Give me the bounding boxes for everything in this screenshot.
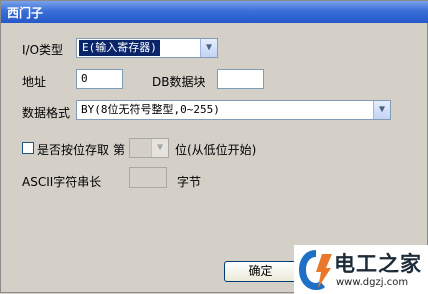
bit-access-label: 是否按位存取 xyxy=(37,143,110,157)
ascii-length-input[interactable] xyxy=(129,167,167,188)
data-format-select[interactable]: BY(8位无符号整型,0~255) ▼ xyxy=(76,100,391,120)
ok-button[interactable]: 确定 xyxy=(224,261,297,282)
db-block-label: DB数据块 xyxy=(152,75,206,89)
data-format-label: 数据格式 xyxy=(22,106,71,120)
bit-number-select[interactable]: ▼ xyxy=(129,138,169,158)
watermark-url: www.dgzj.com xyxy=(336,277,409,288)
address-input[interactable]: 0 xyxy=(76,69,123,89)
bit-prefix-label: 第 xyxy=(113,143,126,157)
chevron-down-icon[interactable]: ▼ xyxy=(200,39,217,57)
data-format-value: BY(8位无符号整型,0~255) xyxy=(81,103,220,116)
dialog-window: 西门子 I/O类型 E(输入寄存器) ▼ 地址 0 DB数据块 数据格式 BY(… xyxy=(0,0,428,294)
chevron-down-icon[interactable]: ▼ xyxy=(373,101,390,119)
chevron-down-icon[interactable]: ▼ xyxy=(151,139,168,157)
ascii-length-label: ASCII字符串长 xyxy=(22,175,102,189)
window-title: 西门子 xyxy=(7,6,44,20)
dgzj-logo-icon xyxy=(299,250,332,290)
io-type-value: E(输入寄存器) xyxy=(79,40,160,56)
title-bar: 西门子 xyxy=(1,1,428,23)
bit-suffix-label: 位(从低位开始) xyxy=(175,143,257,157)
watermark-logo: 电工之家 www.dgzj.com xyxy=(294,245,428,294)
db-block-input[interactable] xyxy=(217,69,264,89)
watermark-brand: 电工之家 xyxy=(334,252,422,276)
address-label: 地址 xyxy=(22,75,47,89)
ascii-unit-label: 字节 xyxy=(177,175,202,189)
io-type-label: I/O类型 xyxy=(22,43,64,57)
io-type-select[interactable]: E(输入寄存器) ▼ xyxy=(76,38,218,58)
bit-access-checkbox[interactable] xyxy=(22,142,34,154)
